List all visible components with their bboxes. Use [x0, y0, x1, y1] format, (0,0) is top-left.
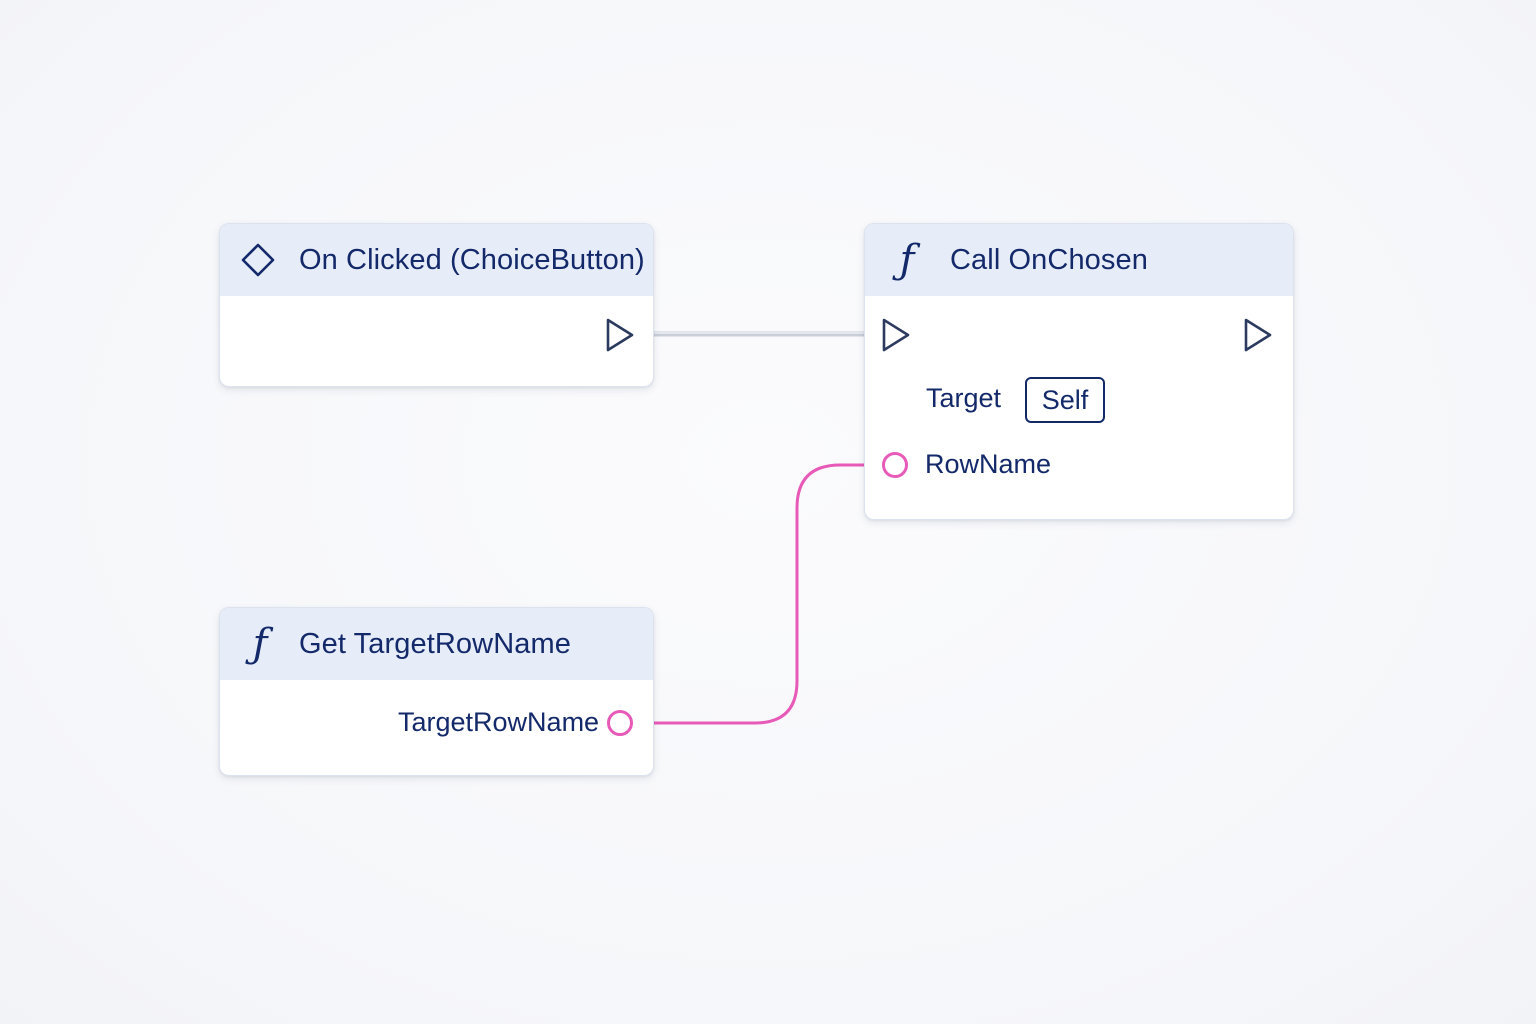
wire-layer	[630, 331, 889, 725]
target-self-field[interactable]: Self	[1025, 377, 1105, 423]
targetrowname-output-pin[interactable]	[606, 709, 634, 742]
exec-out-pin[interactable]	[1242, 317, 1274, 358]
exec-in-pin[interactable]	[880, 317, 912, 358]
node-header[interactable]: ƒ Call OnChosen	[865, 224, 1293, 296]
data-wire[interactable]	[630, 463, 885, 725]
graph-canvas[interactable]: On Clicked (ChoiceButton) ƒ Call OnChose…	[0, 0, 1536, 1024]
node-title: Call OnChosen	[950, 243, 1148, 276]
targetrowname-pin-label: TargetRowName	[398, 707, 600, 737]
function-icon: ƒ	[899, 237, 915, 283]
node-header[interactable]: On Clicked (ChoiceButton)	[220, 224, 653, 296]
exec-out-pin[interactable]	[604, 317, 636, 358]
node-title: Get TargetRowName	[299, 627, 571, 660]
node-title: On Clicked (ChoiceButton)	[299, 243, 645, 276]
function-icon: ƒ	[252, 621, 268, 667]
rowname-pin-label: RowName	[925, 449, 1052, 479]
event-diamond-icon	[238, 224, 278, 296]
node-get-targetrowname[interactable]: ƒ Get TargetRowName	[219, 607, 654, 776]
node-on-clicked[interactable]: On Clicked (ChoiceButton)	[219, 223, 654, 387]
node-header[interactable]: ƒ Get TargetRowName	[220, 608, 653, 680]
rowname-input-pin[interactable]	[881, 451, 909, 484]
target-pin-label: Target	[926, 383, 1002, 413]
